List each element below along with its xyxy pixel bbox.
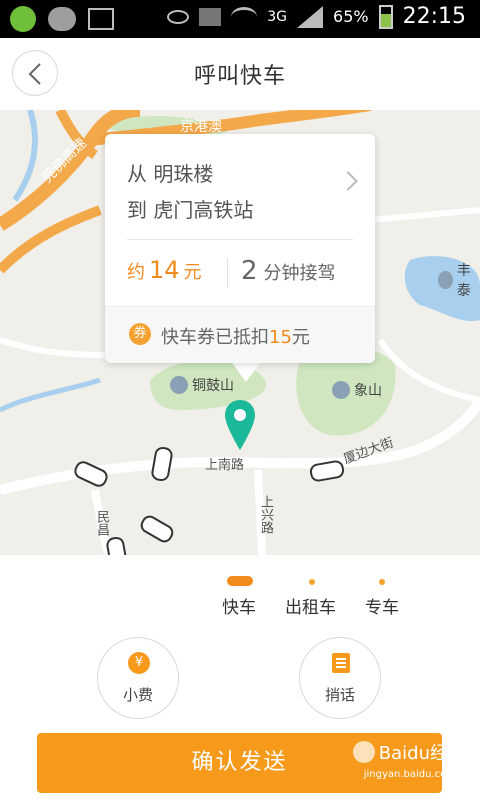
car-type-express[interactable]: 快车 xyxy=(222,593,256,618)
status-bar: 3G 65% 22:15 xyxy=(0,0,480,38)
car-type-premium[interactable]: 专车 xyxy=(365,593,399,618)
poi-feng[interactable]: 丰泰 xyxy=(438,260,480,300)
yuan-icon: ¥ xyxy=(128,652,150,674)
car-type-dot xyxy=(379,579,385,585)
coupon-info: 券 快车券已抵扣15元 xyxy=(105,306,375,363)
pickup-location-pin xyxy=(225,400,255,456)
battery-icon xyxy=(378,4,393,29)
battery-percent: 65% xyxy=(333,7,369,26)
poi-icon xyxy=(332,381,350,399)
selected-car-icon xyxy=(227,576,253,586)
road-label-shangxing: 上兴路 xyxy=(258,495,273,534)
bottom-panel: 快车 出租车 专车 ¥ 小费 捎话 确认发送 Baidu经验 jingyan.b… xyxy=(0,555,480,800)
mute-icon xyxy=(199,7,222,26)
tip-label: 小费 xyxy=(122,686,153,704)
watermark: Baidu经验 xyxy=(352,739,466,765)
road-label-minchang: 民昌 xyxy=(94,510,109,536)
coupon-value: 15 xyxy=(269,327,292,348)
coupon-text: 快车券已抵扣15元 xyxy=(161,323,310,349)
title-bar: 呼叫快车 xyxy=(0,38,480,111)
eta-text: 分钟接驾 xyxy=(263,263,336,284)
coupon-icon: 券 xyxy=(129,323,151,345)
fare-unit: 元 xyxy=(183,262,202,283)
coupon-unit: 元 xyxy=(291,327,310,348)
app-notification-icon xyxy=(10,6,36,32)
poi-tonggu-mountain[interactable]: 铜鼓山 xyxy=(170,375,234,395)
road-label-shangnan: 上南路 xyxy=(205,458,245,473)
map-label-expressway: 京港澳 xyxy=(180,119,222,135)
tip-button[interactable]: ¥ 小费 xyxy=(97,637,179,719)
route-to: 到 虎门高铁站 xyxy=(127,198,254,222)
coupon-label: 快车券已抵扣 xyxy=(161,327,269,348)
pickup-eta: 2 分钟接驾 xyxy=(241,256,336,286)
location-pin-icon xyxy=(225,400,255,450)
message-label: 捎话 xyxy=(324,686,355,704)
eye-icon xyxy=(167,9,190,24)
chevron-right-icon[interactable] xyxy=(338,171,358,191)
route-from: 从 明珠楼 xyxy=(127,162,214,186)
chat-notification-icon xyxy=(48,7,76,31)
page-title: 呼叫快车 xyxy=(193,64,286,89)
divider xyxy=(227,258,228,288)
poi-xiangshan[interactable]: 象山 xyxy=(332,380,382,400)
car-type-taxi[interactable]: 出租车 xyxy=(285,593,336,618)
route-text: 从 明珠楼 到 虎门高铁站 xyxy=(127,156,253,228)
signal-icon xyxy=(297,5,324,28)
poi-icon xyxy=(438,271,453,289)
divider xyxy=(127,239,353,240)
popup-pointer xyxy=(230,360,262,382)
note-icon xyxy=(332,653,350,673)
image-notification-icon xyxy=(88,8,114,30)
poi-icon xyxy=(170,376,188,394)
eta-value: 2 xyxy=(241,256,258,286)
car-type-selector: 快车 出租车 专车 xyxy=(0,555,480,625)
fare-value: 14 xyxy=(149,256,180,284)
network-type: 3G xyxy=(267,8,288,25)
fare-estimate: 约 14 元 xyxy=(127,256,202,292)
wifi-icon xyxy=(231,6,258,27)
route-info-popup[interactable]: 从 明珠楼 到 虎门高铁站 约 14 元 2 分钟接驾 券 快车券已抵扣15元 xyxy=(105,134,375,363)
watermark-brand: Baidu经验 xyxy=(378,743,466,764)
watermark-paw-icon xyxy=(352,741,375,763)
fare-prefix: 约 xyxy=(127,262,145,283)
message-button[interactable]: 捎话 xyxy=(299,637,381,719)
status-time: 22:15 xyxy=(402,4,466,29)
watermark-url: jingyan.baidu.com xyxy=(363,769,456,780)
car-type-dot xyxy=(309,579,315,585)
